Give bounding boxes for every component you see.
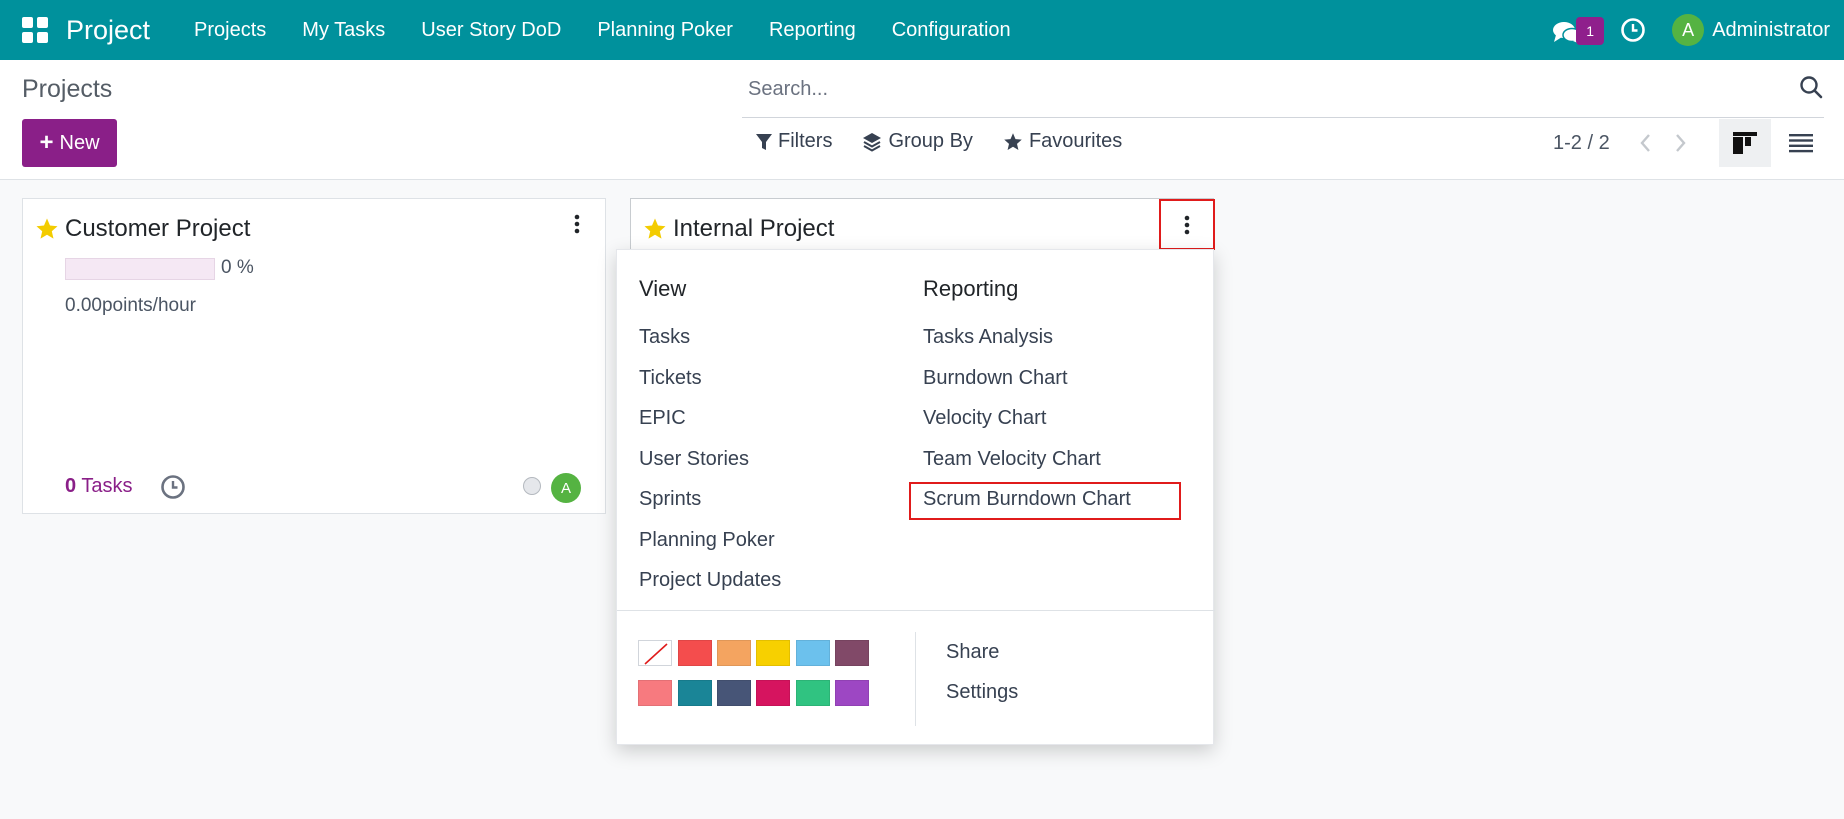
- pager-next-icon[interactable]: [1666, 130, 1696, 156]
- velocity-rate: 0.00points/hour: [65, 295, 196, 316]
- favourites-label: Favourites: [1028, 130, 1123, 152]
- progress-bar: [65, 258, 215, 280]
- highlight-box: [909, 482, 1181, 520]
- color-swatch[interactable]: [835, 680, 869, 706]
- search-input[interactable]: [748, 78, 1748, 101]
- user-menu[interactable]: A Administrator: [1672, 14, 1830, 46]
- menu-item-tasks[interactable]: Tasks: [639, 326, 690, 349]
- kebab-menu-icon: [1184, 215, 1190, 234]
- color-swatch[interactable]: [717, 640, 751, 666]
- assignee-avatar[interactable]: A: [551, 473, 581, 503]
- project-name[interactable]: Internal Project: [673, 215, 834, 243]
- search-options: Filters Group By Favourites: [756, 130, 1152, 153]
- menu-item-epic[interactable]: EPIC: [639, 407, 686, 430]
- list-view-button[interactable]: [1775, 119, 1827, 167]
- color-swatch[interactable]: [678, 680, 712, 706]
- task-count: 0: [65, 475, 77, 497]
- kanban-icon: [1733, 132, 1757, 154]
- color-swatch[interactable]: [678, 640, 712, 666]
- card-menu-button[interactable]: [565, 209, 589, 239]
- color-swatch[interactable]: [756, 680, 790, 706]
- activity-button[interactable]: [1618, 15, 1648, 45]
- list-icon: [1789, 134, 1813, 153]
- kebab-menu-icon: [574, 214, 580, 234]
- menu-item-team-velocity-chart[interactable]: Team Velocity Chart: [923, 448, 1101, 471]
- filter-icon: [756, 133, 772, 150]
- color-swatch[interactable]: [638, 680, 672, 706]
- menu-planning-poker[interactable]: Planning Poker: [579, 19, 751, 42]
- color-swatch[interactable]: [756, 640, 790, 666]
- group-by-toggle[interactable]: Group By: [862, 130, 973, 153]
- menu-projects[interactable]: Projects: [176, 19, 284, 42]
- menu-item-planning-poker[interactable]: Planning Poker: [639, 529, 775, 552]
- menu-item-sprints[interactable]: Sprints: [639, 488, 701, 511]
- search-bar: [742, 60, 1824, 118]
- dropdown-vertical-divider: [915, 632, 916, 726]
- project-card[interactable]: Customer Project 0 % 0.00points/hour 0 T…: [22, 198, 606, 514]
- menu-item-user-stories[interactable]: User Stories: [639, 448, 749, 471]
- app-brand[interactable]: Project: [66, 15, 150, 46]
- card-menu-button[interactable]: [1159, 199, 1215, 250]
- reporting-section-header: Reporting: [923, 276, 1019, 301]
- progress-value: 0 %: [221, 257, 254, 278]
- filters-label: Filters: [778, 130, 833, 152]
- plus-icon: +: [39, 129, 54, 156]
- kanban-view-button[interactable]: [1719, 119, 1771, 167]
- menu-item-velocity-chart[interactable]: Velocity Chart: [923, 407, 1046, 430]
- new-button-label: New: [59, 131, 100, 154]
- new-button[interactable]: + New: [22, 119, 117, 167]
- top-navbar: Project Projects My Tasks User Story DoD…: [0, 0, 1844, 60]
- filters-toggle[interactable]: Filters: [756, 130, 832, 153]
- menu-item-tickets[interactable]: Tickets: [639, 367, 702, 390]
- pager: 1-2 / 2: [1553, 130, 1696, 156]
- page-title: Projects: [22, 75, 113, 103]
- color-swatch[interactable]: [717, 680, 751, 706]
- clock-icon: [1621, 18, 1645, 42]
- view-section-header: View: [639, 276, 687, 301]
- menu-user-story-dod[interactable]: User Story DoD: [403, 19, 579, 42]
- dropdown-divider: [617, 610, 1215, 611]
- main-menu: Projects My Tasks User Story DoD Plannin…: [176, 19, 1029, 42]
- chat-counter-badge: 1: [1576, 17, 1605, 45]
- menu-item-tasks-analysis[interactable]: Tasks Analysis: [923, 326, 1053, 349]
- menu-reporting[interactable]: Reporting: [751, 19, 874, 42]
- favourites-toggle[interactable]: Favourites: [1003, 130, 1122, 153]
- tasks-link[interactable]: 0 Tasks: [65, 475, 132, 498]
- color-swatch[interactable]: [796, 680, 830, 706]
- pager-previous-icon[interactable]: [1630, 130, 1660, 156]
- pager-value[interactable]: 1-2 / 2: [1553, 132, 1610, 155]
- menu-my-tasks[interactable]: My Tasks: [284, 19, 403, 42]
- group-by-label: Group By: [888, 130, 973, 152]
- tasks-label: Tasks: [81, 475, 133, 497]
- favorite-star-icon[interactable]: [35, 217, 59, 241]
- menu-item-project-updates[interactable]: Project Updates: [639, 569, 781, 592]
- apps-menu-icon[interactable]: [22, 17, 48, 43]
- color-swatch[interactable]: [835, 640, 869, 666]
- project-card[interactable]: Internal Project: [630, 198, 1214, 250]
- layers-icon: [863, 132, 882, 152]
- menu-item-settings[interactable]: Settings: [946, 681, 1018, 704]
- status-indicator[interactable]: [523, 477, 541, 495]
- color-swatch[interactable]: [796, 640, 830, 666]
- activity-clock-icon[interactable]: [159, 473, 187, 501]
- messaging-button[interactable]: 1: [1552, 10, 1605, 50]
- star-icon: [1004, 132, 1022, 150]
- user-name: Administrator: [1712, 18, 1830, 41]
- menu-item-share[interactable]: Share: [946, 641, 999, 664]
- user-avatar: A: [1672, 14, 1705, 46]
- favorite-star-icon[interactable]: [643, 217, 667, 241]
- menu-configuration[interactable]: Configuration: [874, 19, 1029, 42]
- search-icon[interactable]: [1798, 74, 1824, 100]
- menu-item-burndown-chart[interactable]: Burndown Chart: [923, 367, 1068, 390]
- project-name[interactable]: Customer Project: [65, 215, 250, 243]
- control-panel: Projects + New Filters Group By Favourit…: [0, 60, 1844, 180]
- color-swatch-none[interactable]: [638, 640, 672, 666]
